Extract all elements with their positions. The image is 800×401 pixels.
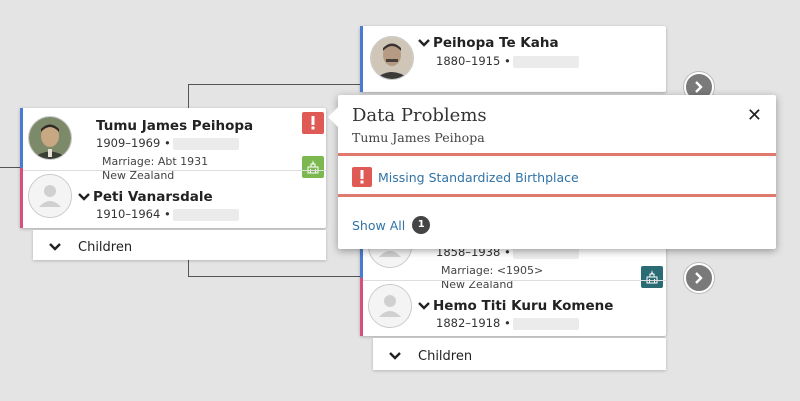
- couple-card-left: Tumu James Peihopa 1909–1969 • Marriage:…: [20, 108, 326, 228]
- connector-bottom-vertical: [188, 258, 189, 276]
- person-dates: 1880–1915 •: [436, 54, 579, 68]
- chevron-right-icon: [695, 272, 703, 284]
- temple-ordinance-button[interactable]: [641, 266, 663, 288]
- blurred-id: [512, 317, 579, 330]
- data-problem-button[interactable]: [302, 112, 324, 134]
- chevron-down-icon: [49, 243, 61, 251]
- chevron-down-icon[interactable]: [78, 192, 90, 202]
- person-dates: 1882–1918 •: [436, 316, 579, 330]
- card-divider: [363, 280, 666, 281]
- problem-item[interactable]: Missing Standardized Birthplace: [352, 167, 579, 187]
- portrait-photo-icon: [29, 117, 71, 159]
- connector-left-stub: [0, 167, 20, 168]
- person-name[interactable]: Hemo Titi Kuru Komene: [418, 298, 613, 314]
- blurred-id: [512, 55, 579, 68]
- connector-top-vertical: [188, 84, 189, 108]
- portrait-photo-icon: [371, 37, 413, 79]
- popover-subtitle: Tumu James Peihopa: [352, 130, 485, 145]
- person-photo[interactable]: [370, 36, 414, 80]
- person-silhouette-icon: [369, 285, 411, 327]
- person-dates: 1909–1969 •: [96, 136, 239, 150]
- chevron-down-icon[interactable]: [418, 38, 430, 48]
- popover-arrow: [328, 107, 338, 127]
- marriage-info: Marriage: Abt 1931 New Zealand: [102, 155, 209, 182]
- person-name[interactable]: Peihopa Te Kaha: [418, 35, 559, 51]
- marriage-info: Marriage: <1905> New Zealand: [441, 264, 544, 291]
- problem-badge: [352, 167, 372, 187]
- next-generation-button-bottom[interactable]: [684, 263, 714, 293]
- connector-bottom-horizontal: [188, 276, 360, 277]
- temple-icon: [307, 160, 319, 174]
- popover-rule-top: [338, 153, 776, 156]
- data-problems-popover: Data Problems Tumu James Peihopa ✕ Missi…: [328, 95, 776, 249]
- problem-link[interactable]: Missing Standardized Birthplace: [378, 170, 579, 185]
- children-toggle-bottom[interactable]: Children: [373, 338, 666, 370]
- blurred-id: [172, 208, 239, 221]
- close-icon[interactable]: ✕: [747, 105, 762, 126]
- exclamation-icon: [311, 116, 315, 130]
- children-label: Children: [418, 349, 473, 364]
- card-divider: [23, 170, 326, 171]
- person-silhouette-icon: [29, 175, 71, 217]
- popover-rule-bottom: [338, 194, 776, 197]
- chevron-down-icon: [389, 352, 401, 360]
- person-photo-placeholder[interactable]: [368, 284, 412, 328]
- male-indicator-bar: [360, 26, 363, 92]
- person-name[interactable]: Tumu James Peihopa: [96, 118, 253, 134]
- problem-count-badge: 1: [412, 216, 431, 234]
- blurred-id: [172, 137, 239, 150]
- person-photo-placeholder[interactable]: [28, 174, 72, 218]
- chevron-down-icon[interactable]: [418, 301, 430, 311]
- connector-top-horizontal: [188, 84, 360, 85]
- female-indicator-bar: [20, 168, 23, 228]
- temple-ordinance-button[interactable]: [302, 156, 324, 178]
- exclamation-icon: [360, 170, 364, 184]
- person-dates: 1910–1964 •: [96, 207, 239, 221]
- female-indicator-bar: [360, 278, 363, 336]
- person-photo[interactable]: [28, 116, 72, 160]
- chevron-right-icon: [695, 81, 703, 93]
- children-toggle-left[interactable]: Children: [33, 230, 326, 260]
- show-all-link[interactable]: Show All 1: [352, 216, 431, 234]
- person-name[interactable]: Peti Vanarsdale: [78, 189, 213, 205]
- male-indicator-bar: [20, 108, 23, 168]
- children-label: Children: [78, 240, 133, 255]
- popover-title: Data Problems: [352, 105, 487, 126]
- couple-card-top: Peihopa Te Kaha 1880–1915 •: [360, 26, 666, 92]
- temple-icon: [646, 270, 658, 284]
